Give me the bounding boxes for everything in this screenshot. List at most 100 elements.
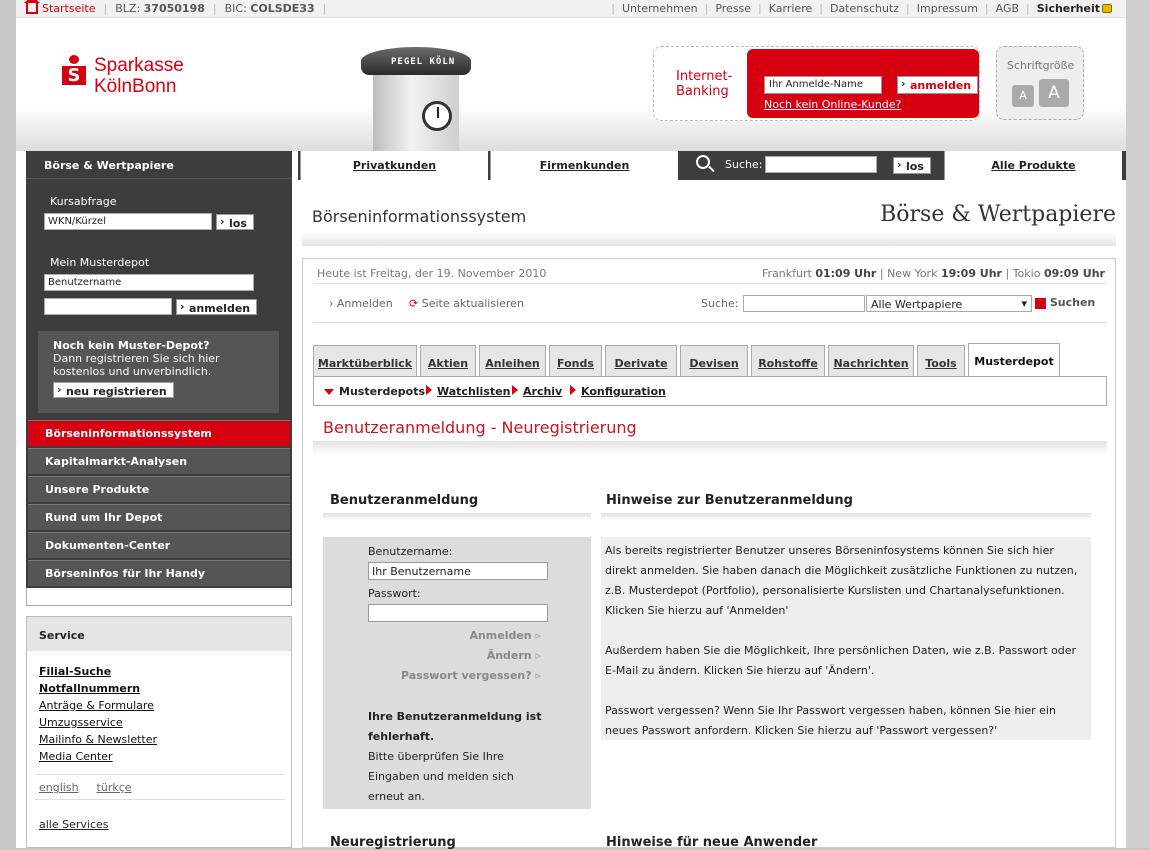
sidebar-item-depot[interactable]: Rund um Ihr Depot [28,504,290,530]
tab-nachrichten[interactable]: Nachrichten [828,345,914,377]
top-search-button[interactable]: los [893,157,931,174]
link-sicherheit[interactable]: Sicherheit [1037,2,1112,15]
search-label: Suche: [701,297,739,310]
banking-user-input[interactable]: Ihr Anmelde-Name [764,76,882,94]
header: S Sparkasse KölnBonn PEGEL KÖLN Internet-… [16,19,1126,151]
font-small-button[interactable]: A [1012,85,1034,107]
search-button[interactable]: Suchen [1035,296,1095,309]
quote-go-button[interactable]: los [216,214,254,230]
subnav-konfiguration[interactable]: Konfiguration [570,385,666,398]
sidebar-item-handy[interactable]: Börseninfos für Ihr Handy [28,560,290,586]
tab-derivate[interactable]: Derivate [605,345,677,377]
tab-alle-produkte[interactable]: Alle Produkte [944,151,1122,180]
internet-banking-box: Internet-Banking Ihr Anmelde-Name anmeld… [653,46,980,121]
link-unternehmen[interactable]: Unternehmen [622,2,698,15]
hint-title: Hinweise zur Benutzeranmeldung [606,493,853,508]
banking-label2: Banking [676,84,729,99]
security-type-select[interactable]: Alle Wertpapiere [866,295,1032,312]
password-label: Passwort: [368,587,421,600]
service-link-notfall[interactable]: Notfallnummern [39,680,279,697]
link-presse[interactable]: Presse [715,2,751,15]
tab-marktueberblick[interactable]: Marktüberblick [313,345,417,377]
logo-line2: KölnBonn [94,76,177,97]
home-label: Startseite [42,2,96,15]
tab-fonds[interactable]: Fonds [549,345,602,377]
login-title: Benutzeranmeldung [330,493,479,508]
anmelden-button[interactable]: Anmelden [469,629,541,642]
login-link[interactable]: › Anmelden [329,297,393,310]
clock-icon [422,101,452,131]
tab-privatkunden[interactable]: Privatkunden [300,151,488,180]
service-box: Service Filial-Suche Notfallnummern Antr… [26,616,292,848]
font-large-button[interactable]: A [1039,79,1069,107]
subnav-musterdepots[interactable]: Musterdepots [324,385,425,398]
quote-input[interactable]: WKN/Kürzel [44,213,212,230]
home-icon [24,0,40,14]
section-brand: Börse & Wertpapiere [880,202,1116,227]
sidebar-item-dokumente[interactable]: Dokumenten-Center [28,532,290,558]
sidebar-item-produkte[interactable]: Unsere Produkte [28,476,290,502]
link-impressum[interactable]: Impressum [917,2,978,15]
page-title: Börseninformationssystem [312,207,527,226]
username-input[interactable]: Ihr Benutzername [368,562,548,580]
blz: BLZ: 37050198 [115,2,205,15]
service-link-media[interactable]: Media Center [39,748,279,765]
hint-text: Als bereits registrierter Benutzer unser… [601,537,1091,740]
sidebar-item-boerseninfo[interactable]: Börseninformationssystem [28,420,290,446]
service-link-filial[interactable]: Filial-Suche [39,663,279,680]
lock-icon [1102,4,1112,13]
register-button[interactable]: neu registrieren [53,382,174,398]
left-sidebar: Börse & Wertpapiere Kursabfrage WKN/Kürz… [26,151,292,606]
link-datenschutz[interactable]: Datenschutz [830,2,899,15]
logo-line1: Sparkasse [94,55,184,76]
depot-password-input[interactable] [44,298,172,315]
tab-firmenkunden[interactable]: Firmenkunden [490,151,678,180]
date-text: Heute ist Freitag, der 19. November 2010 [317,267,547,280]
link-karriere[interactable]: Karriere [769,2,812,15]
lang-turkish[interactable]: türkçe [97,781,132,794]
register-box: Noch kein Muster-Depot? Dann registriere… [38,331,279,413]
subnav-watchlisten[interactable]: Watchlisten [426,385,510,398]
forgot-password-button[interactable]: Passwort vergessen? [401,669,541,682]
scrollbar[interactable] [1126,0,1150,848]
logo[interactable]: S Sparkasse KölnBonn [62,55,184,97]
security-search-input[interactable] [743,295,865,312]
tab-rohstoffe[interactable]: Rohstoffe [751,345,825,377]
sidebar-header: Börse & Wertpapiere [26,151,292,179]
service-link-mailinfo[interactable]: Mailinfo & Newsletter [39,731,279,748]
service-link-antraege[interactable]: Anträge & Formulare [39,697,279,714]
service-link-umzug[interactable]: Umzugsservice [39,714,279,731]
all-services-link[interactable]: alle Services [39,818,109,831]
top-nav: Privatkunden Firmenkunden Suche: los All… [298,151,1126,180]
new-customer-link[interactable]: Noch kein Online-Kunde? [764,98,901,111]
subnav-archiv[interactable]: Archiv [512,385,562,398]
bic: BIC: COLSDE33 [224,2,315,15]
tab-musterdepot[interactable]: Musterdepot [968,343,1060,379]
main-content: Börseninformationssystem Börse & Wertpap… [298,180,1126,850]
search-icon [696,155,710,169]
error-message: Ihre Benutzeranmeldung ist fehlerhaft. Bi… [368,710,542,803]
password-input[interactable] [368,604,548,622]
top-bar: Startseite | BLZ: 37050198 | BIC: COLSDE… [16,0,1126,18]
sidebar-item-kapitalmarkt[interactable]: Kapitalmarkt-Analysen [28,448,290,474]
refresh-icon: ⟳ [409,297,419,310]
page: Startseite | BLZ: 37050198 | BIC: COLSDE… [16,0,1126,850]
tab-anleihen[interactable]: Anleihen [479,345,546,377]
depot-login-button[interactable]: anmelden [176,299,258,315]
home-link[interactable]: Startseite [24,0,96,15]
username-label: Benutzername: [368,545,453,558]
banking-login-button[interactable]: anmelden [897,76,979,94]
refresh-link[interactable]: ⟳ Seite aktualisieren [409,297,524,310]
quote-label: Kursabfrage [50,195,117,208]
tab-devisen[interactable]: Devisen [680,345,748,377]
link-agb[interactable]: AGB [996,2,1019,15]
world-clocks: Frankfurt 01:09 Uhr | New York 19:09 Uhr… [762,267,1105,280]
depot-user-input[interactable]: Benutzername [44,274,254,291]
sparkasse-logo-icon: S [62,55,86,85]
tab-tools[interactable]: Tools [917,345,965,377]
aendern-button[interactable]: Ändern [487,649,541,662]
tab-aktien[interactable]: Aktien [420,345,476,377]
register-text2: kostenlos und unverbindlich. [53,365,212,378]
lang-english[interactable]: english [39,781,79,794]
top-search-input[interactable] [765,156,877,173]
